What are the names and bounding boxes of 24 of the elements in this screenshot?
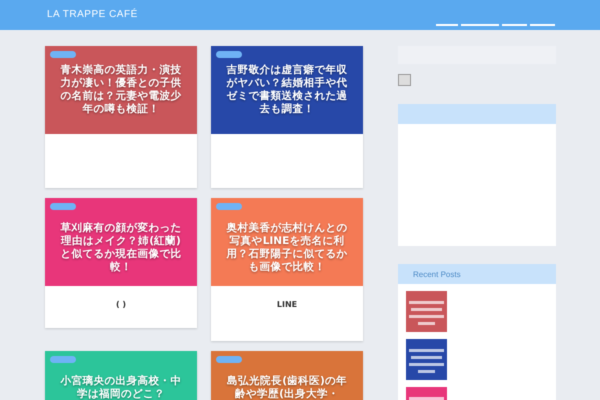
nav-link[interactable]: [436, 24, 458, 26]
category-badge[interactable]: [50, 203, 76, 210]
post-excerpt: LINE: [276, 300, 298, 309]
thumbnail-title: 小宮璃央の出身高校・中学は福岡のどこ？: [59, 375, 182, 400]
thumbnail-title: 奥村美香が志村けんとの写真やLINEを売名に利用？石野陽子に似てるかも画像で比較！: [225, 222, 348, 274]
site-title[interactable]: LA TRAPPE CAFÉ: [47, 9, 138, 20]
nav-link[interactable]: [502, 24, 527, 26]
search-button[interactable]: [398, 74, 411, 86]
category-badge[interactable]: [216, 51, 242, 58]
thumbnail-title: 草刈麻有の顔が変わった理由はメイク？姉(紅蘭)と似てるか現在画像で比較！: [59, 222, 182, 274]
post-excerpt: ( ): [116, 300, 126, 309]
thumbnail-title: 青木崇高の英語力・演技力が凄い！優香との子供の名前は？元妻や電波少年の噂も検証！: [59, 64, 182, 116]
nav-link[interactable]: [461, 24, 499, 26]
post-thumbnail[interactable]: 草刈麻有の顔が変わった理由はメイク？姉(紅蘭)と似てるか現在画像で比較！: [45, 198, 197, 286]
post-thumbnail[interactable]: 島弘光院長(歯科医)の年齢や学歴(出身大学・: [211, 351, 363, 400]
widget-title: Recent Posts: [413, 270, 461, 278]
post-thumbnail[interactable]: 小宮璃央の出身高校・中学は福岡のどこ？: [45, 351, 197, 400]
post-thumbnail[interactable]: 奥村美香が志村けんとの写真やLINEを売名に利用？石野陽子に似てるかも画像で比較！: [211, 198, 363, 286]
thumbnail-title: 島弘光院長(歯科医)の年齢や学歴(出身大学・: [226, 375, 348, 400]
post-thumbnail[interactable]: 青木崇高の英語力・演技力が凄い！優香との子供の名前は？元妻や電波少年の噂も検証！: [45, 46, 197, 134]
nav-link[interactable]: [530, 24, 555, 26]
category-badge[interactable]: [50, 51, 76, 58]
post-thumbnail[interactable]: 吉野敬介は虚言癖で年収がヤバい？結婚相手や代ゼミで書類送検された過去も調査！: [211, 46, 363, 134]
thumbnail-title: 吉野敬介は虚言癖で年収がヤバい？結婚相手や代ゼミで書類送検された過去も調査！: [225, 64, 348, 116]
